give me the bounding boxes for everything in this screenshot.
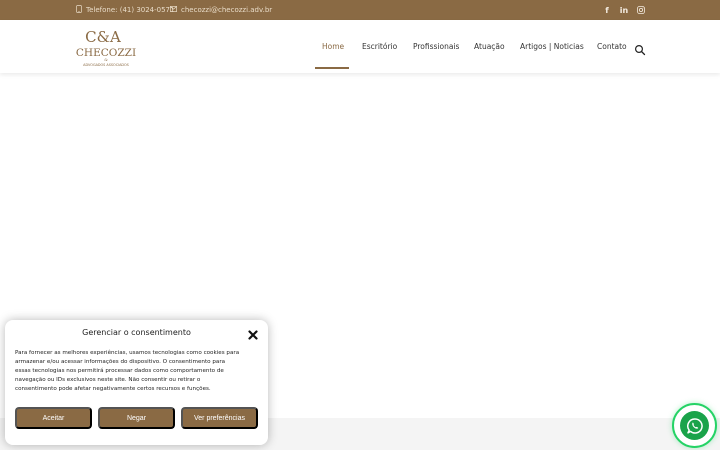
site-logo[interactable]: C&A CHECOZZI & ADVOGADOS ASSOCIADOS bbox=[74, 25, 138, 69]
top-bar-email[interactable]: checozzi@checozzi.adv.br bbox=[170, 0, 272, 20]
preferences-button[interactable]: Ver preferências bbox=[181, 407, 258, 429]
close-icon[interactable] bbox=[247, 326, 259, 340]
consent-line: Para fornecer as melhores experiências, … bbox=[15, 350, 240, 356]
phone-icon bbox=[76, 5, 82, 15]
top-bar: Telefone: (41) 3024-0571 checozzi@checoz… bbox=[0, 0, 720, 20]
instagram-icon[interactable] bbox=[634, 0, 648, 20]
phone-text: Telefone: (41) 3024-0571 bbox=[86, 6, 175, 14]
accept-button[interactable]: Aceitar bbox=[15, 407, 92, 429]
search-icon[interactable] bbox=[634, 41, 646, 56]
consent-line: essas tecnologias nos permitirá processa… bbox=[15, 368, 224, 374]
facebook-icon[interactable]: f bbox=[600, 0, 614, 20]
site-header: C&A CHECOZZI & ADVOGADOS ASSOCIADOS Home… bbox=[0, 20, 720, 73]
nav-home[interactable]: Home bbox=[322, 20, 344, 73]
nav-atuacao[interactable]: Atuação bbox=[474, 20, 505, 73]
whatsapp-icon bbox=[680, 411, 709, 440]
top-bar-phone[interactable]: Telefone: (41) 3024-0571 bbox=[76, 0, 174, 20]
consent-dialog: Gerenciar o consentimento Para fornecer … bbox=[5, 320, 268, 445]
consent-title: Gerenciar o consentimento bbox=[82, 328, 191, 337]
linkedin-icon[interactable]: in bbox=[617, 0, 631, 20]
logo-amp: & bbox=[104, 57, 108, 62]
logo-tagline: ADVOGADOS ASSOCIADOS bbox=[83, 63, 129, 67]
nav-escritorio[interactable]: Escritório bbox=[362, 20, 397, 73]
consent-line: armazenar e/ou acessar informações do di… bbox=[15, 359, 226, 365]
deny-button[interactable]: Negar bbox=[98, 407, 175, 429]
nav-contato[interactable]: Contato bbox=[597, 20, 627, 73]
consent-line: consentimento pode afetar negativamente … bbox=[15, 386, 211, 392]
logo-monogram: C&A bbox=[85, 28, 121, 46]
nav-active-indicator bbox=[315, 67, 349, 69]
nav-profissionais[interactable]: Profissionais bbox=[413, 20, 459, 73]
mail-icon bbox=[170, 6, 177, 14]
consent-description: Para fornecer as melhores experiências, … bbox=[15, 349, 261, 394]
whatsapp-button[interactable] bbox=[672, 403, 717, 448]
email-text: checozzi@checozzi.adv.br bbox=[181, 6, 273, 14]
consent-line: navegação ou IDs exclusivos neste site. … bbox=[15, 377, 201, 383]
nav-artigos-noticias[interactable]: Artigos | Noticias bbox=[520, 20, 584, 73]
